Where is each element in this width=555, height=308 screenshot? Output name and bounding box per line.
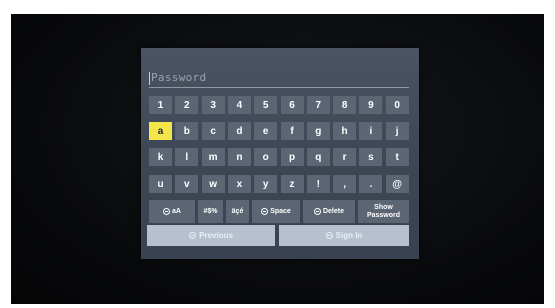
key-1-4[interactable]: 4	[227, 96, 251, 114]
key-4-10[interactable]: @	[385, 175, 409, 193]
key-4-8[interactable]: ,	[333, 175, 357, 193]
previous-button[interactable]: Previous	[147, 225, 275, 246]
key-2-4[interactable]: d	[227, 122, 251, 140]
key-2-7[interactable]: g	[306, 122, 330, 140]
key-2-3[interactable]: c	[201, 122, 225, 140]
key-3-6[interactable]: p	[280, 148, 304, 166]
key-1-2[interactable]: 2	[175, 96, 199, 114]
key-3-10[interactable]: t	[385, 148, 409, 166]
key-2-6[interactable]: f	[280, 122, 304, 140]
delete-label: Delete	[322, 207, 344, 215]
key-3-2[interactable]: l	[175, 148, 199, 166]
key-4-9[interactable]: .	[359, 175, 383, 193]
key-1-6[interactable]: 6	[280, 96, 304, 114]
space-key[interactable]: Space	[252, 200, 300, 223]
symbols-key[interactable]: #$%	[198, 200, 223, 223]
symbols-label: #$%	[203, 207, 218, 215]
accents-label: äçé	[231, 207, 244, 215]
delete-key[interactable]: Delete	[303, 200, 355, 223]
key-3-3[interactable]: m	[201, 148, 225, 166]
case-toggle-key[interactable]: aA	[149, 200, 195, 223]
key-1-7[interactable]: 7	[306, 96, 330, 114]
password-placeholder: Password	[151, 71, 207, 84]
text-caret	[149, 72, 150, 85]
key-4-2[interactable]: v	[175, 175, 199, 193]
key-1-9[interactable]: 9	[359, 96, 383, 114]
password-field[interactable]: Password	[149, 70, 409, 88]
key-4-4[interactable]: x	[227, 175, 251, 193]
case-toggle-label: aA	[172, 207, 181, 215]
sign-in-button[interactable]: Sign In	[279, 225, 409, 246]
circle-icon	[163, 208, 171, 215]
previous-label: Previous	[199, 231, 233, 240]
circle-icon	[189, 232, 197, 239]
key-1-10[interactable]: 0	[385, 96, 409, 114]
key-1-1[interactable]: 1	[149, 96, 172, 114]
key-4-1[interactable]: u	[149, 175, 172, 193]
key-2-1[interactable]: a	[149, 122, 172, 140]
key-1-5[interactable]: 5	[254, 96, 278, 114]
show-password-key[interactable]: Show Password	[358, 200, 409, 223]
key-3-5[interactable]: o	[254, 148, 278, 166]
key-4-6[interactable]: z	[280, 175, 304, 193]
sign-in-label: Sign In	[335, 231, 363, 240]
key-2-9[interactable]: i	[359, 122, 383, 140]
accents-key[interactable]: äçé	[226, 200, 249, 223]
key-3-4[interactable]: n	[227, 148, 251, 166]
key-1-3[interactable]: 3	[201, 96, 225, 114]
key-4-5[interactable]: y	[254, 175, 278, 193]
key-3-1[interactable]: k	[149, 148, 172, 166]
key-3-7[interactable]: q	[306, 148, 330, 166]
key-2-10[interactable]: j	[385, 122, 409, 140]
show-password-label: Show Password	[366, 203, 401, 219]
space-label: Space	[270, 207, 291, 215]
key-2-8[interactable]: h	[333, 122, 357, 140]
circle-icon	[325, 232, 333, 239]
key-3-9[interactable]: s	[359, 148, 383, 166]
key-2-2[interactable]: b	[175, 122, 199, 140]
key-3-8[interactable]: r	[333, 148, 357, 166]
circle-icon	[261, 208, 269, 215]
key-2-5[interactable]: e	[254, 122, 278, 140]
key-4-3[interactable]: w	[201, 175, 225, 193]
circle-icon	[313, 208, 321, 215]
key-1-8[interactable]: 8	[333, 96, 357, 114]
key-4-7[interactable]: !	[306, 175, 330, 193]
